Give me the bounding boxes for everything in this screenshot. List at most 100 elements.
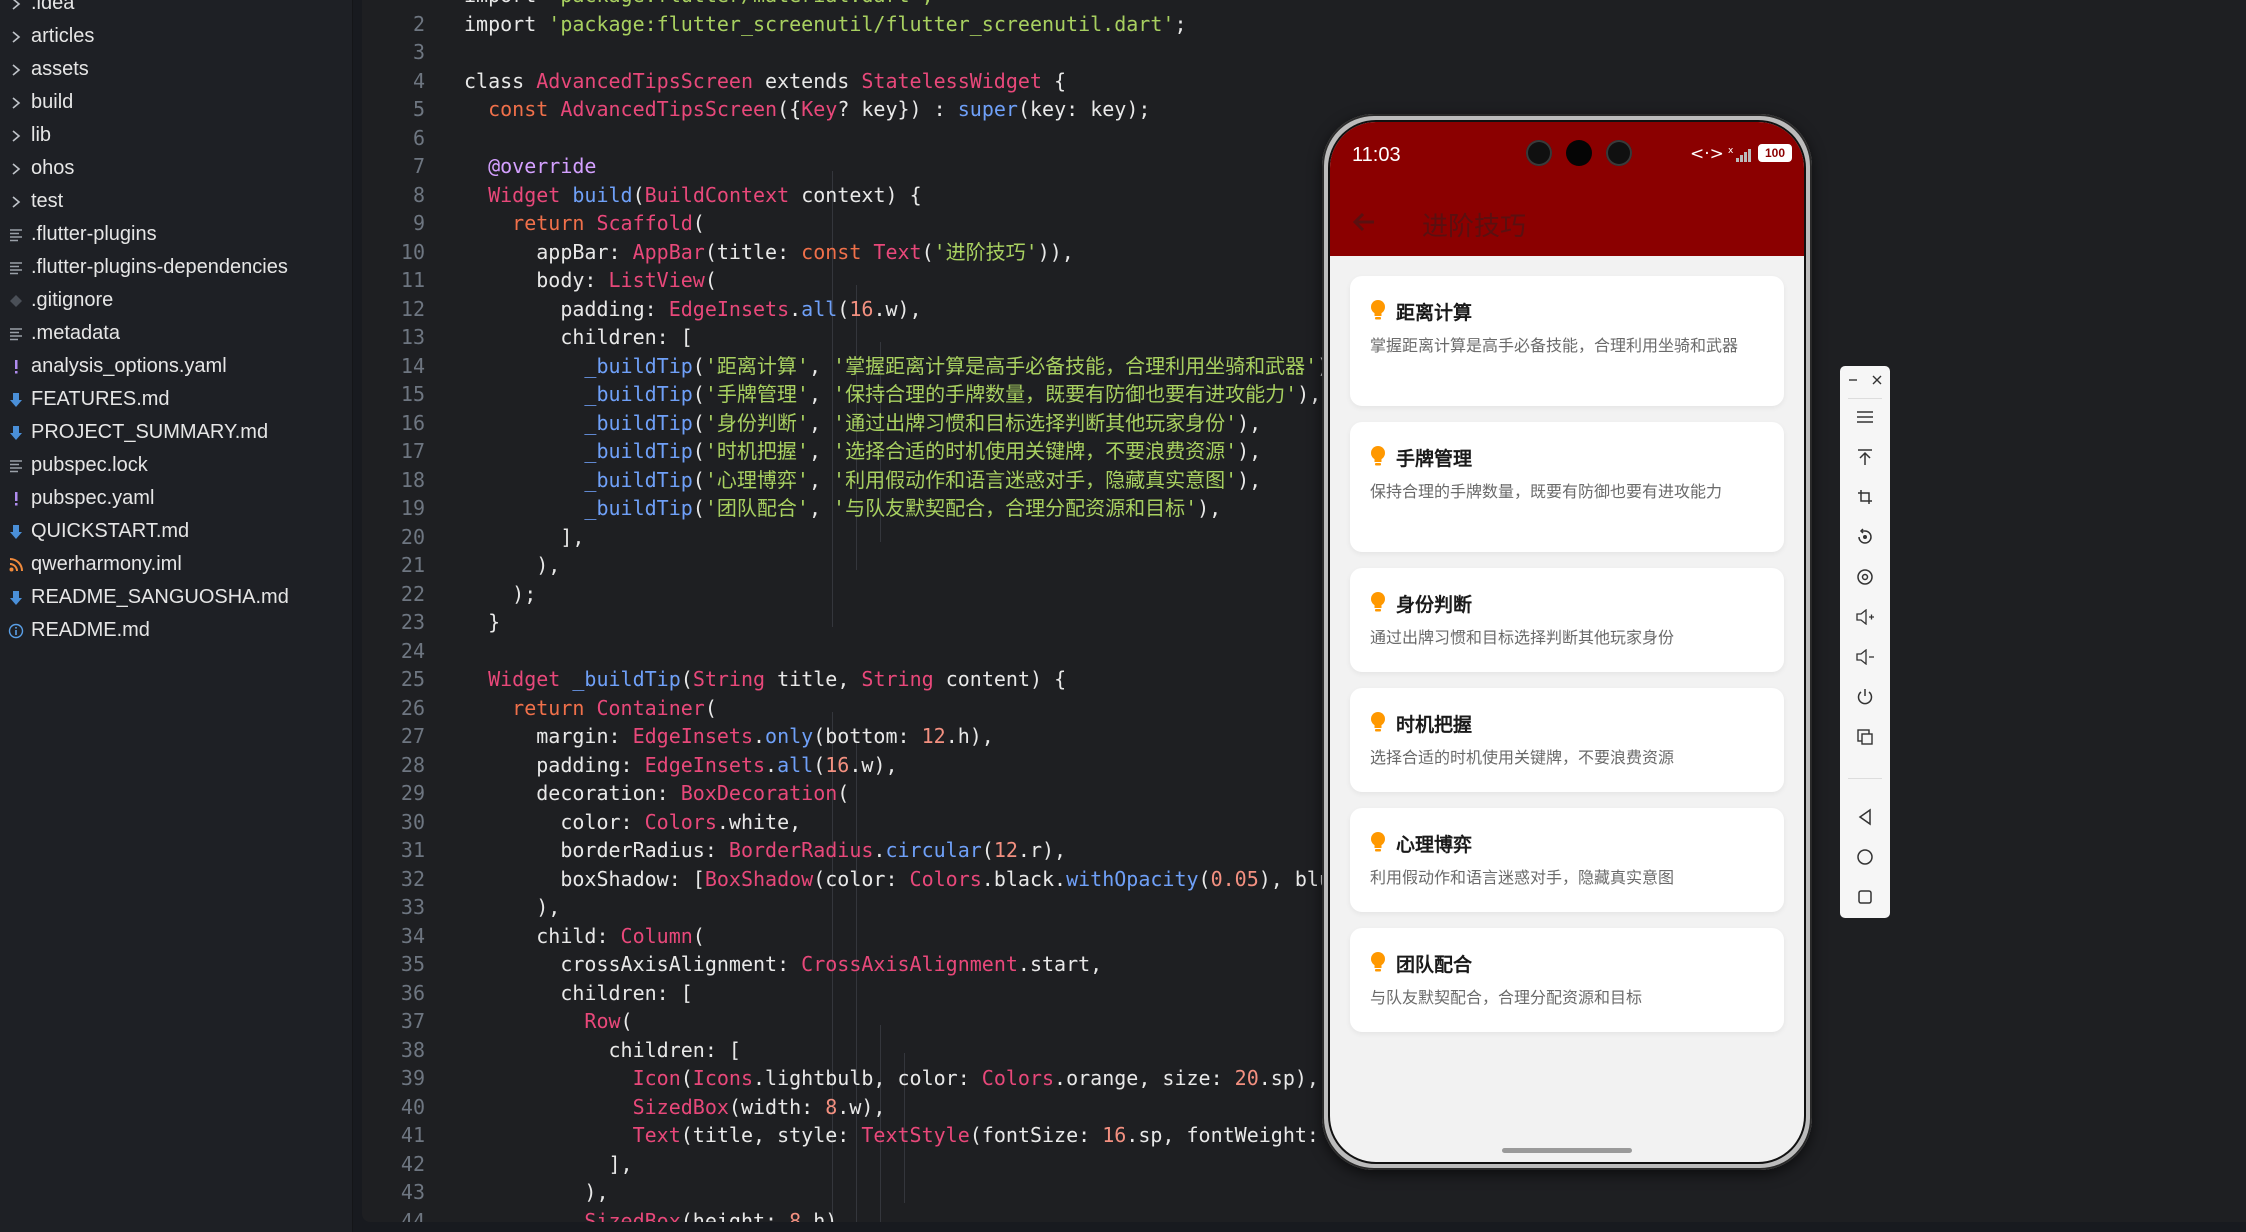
tree-item[interactable]: .gitignore	[0, 284, 352, 317]
code-token: .	[753, 724, 766, 748]
rss-file-icon	[5, 557, 27, 572]
tree-item[interactable]: analysis_options.yaml	[0, 350, 352, 383]
home-icon[interactable]	[1840, 837, 1890, 877]
code-text: ],	[464, 1150, 632, 1179]
code-line[interactable]: 19 _buildTip('团队配合', '与队友默契配合，合理分配资源和目标'…	[362, 494, 2246, 523]
code-editor[interactable]: import 'package:flutter/material.dart';2…	[362, 0, 2246, 1222]
code-line[interactable]: 26 return Container(	[362, 694, 2246, 723]
tree-item[interactable]: pubspec.yaml	[0, 482, 352, 515]
menu-icon[interactable]	[1840, 397, 1890, 437]
code-line[interactable]: 11 body: ListView(	[362, 266, 2246, 295]
tree-item[interactable]: lib	[0, 119, 352, 152]
tree-item[interactable]: PROJECT_SUMMARY.md	[0, 416, 352, 449]
code-line[interactable]: 14 _buildTip('距离计算', '掌握距离计算是高手必备技能，合理利用…	[362, 352, 2246, 381]
code-line[interactable]: 17 _buildTip('时机把握', '选择合适的时机使用关键牌，不要浪费资…	[362, 437, 2246, 466]
tree-item[interactable]: README.md	[0, 614, 352, 647]
tree-item[interactable]: pubspec.lock	[0, 449, 352, 482]
code-line[interactable]: 40 SizedBox(width: 8.w),	[362, 1093, 2246, 1122]
close-icon[interactable]	[1852, 360, 1902, 400]
code-line[interactable]: 29 decoration: BoxDecoration(	[362, 779, 2246, 808]
tree-item[interactable]: articles	[0, 20, 352, 53]
tree-item[interactable]: .idea	[0, 0, 352, 20]
code-line[interactable]: import 'package:flutter/material.dart';	[362, 0, 2246, 10]
code-line[interactable]: 4 class AdvancedTipsScreen extends Statel…	[362, 67, 2246, 96]
code-line[interactable]: 30 color: Colors.white,	[362, 808, 2246, 837]
back-icon[interactable]	[1840, 797, 1890, 837]
tip-card[interactable]: 手牌管理 保持合理的手牌数量，既要有防御也要有进攻能力	[1350, 422, 1784, 552]
code-line[interactable]: 32 boxShadow: [BoxShadow(color: Colors.b…	[362, 865, 2246, 894]
code-line[interactable]: 16 _buildTip('身份判断', '通过出牌习惯和目标选择判断其他玩家身…	[362, 409, 2246, 438]
recents-icon[interactable]	[1840, 877, 1890, 917]
code-line[interactable]: 44 SizedBox(height: 8.h),	[362, 1207, 2246, 1223]
location-icon[interactable]	[1840, 557, 1890, 597]
code-line[interactable]: 37 Row(	[362, 1007, 2246, 1036]
code-line[interactable]: 22 );	[362, 580, 2246, 609]
tip-card[interactable]: 心理博弈 利用假动作和语言迷惑对手，隐藏真实意图	[1350, 808, 1784, 912]
code-line[interactable]: 20 ],	[362, 523, 2246, 552]
code-line[interactable]: 9 return Scaffold(	[362, 209, 2246, 238]
tip-card[interactable]: 时机把握 选择合适的时机使用关键牌，不要浪费资源	[1350, 688, 1784, 792]
code-text: margin: EdgeInsets.only(bottom: 12.h),	[464, 722, 994, 751]
code-line[interactable]: 38 children: [	[362, 1036, 2246, 1065]
code-line[interactable]: 3	[362, 38, 2246, 67]
code-line[interactable]: 35 crossAxisAlignment: CrossAxisAlignmen…	[362, 950, 2246, 979]
tree-item[interactable]: README_SANGUOSHA.md	[0, 581, 352, 614]
code-token: '通过出牌习惯和目标选择判断其他玩家身份'	[833, 410, 1238, 435]
tip-card[interactable]: 距离计算 掌握距离计算是高手必备技能，合理利用坐骑和武器	[1350, 276, 1784, 406]
tree-item[interactable]: build	[0, 86, 352, 119]
phone-screen[interactable]: 11:03 <·> x 100 进阶技巧 距离计算 掌握距离计算是高手必备技能，…	[1330, 122, 1804, 1162]
tree-item[interactable]: test	[0, 185, 352, 218]
code-line[interactable]: 36 children: [	[362, 979, 2246, 1008]
code-line[interactable]: 2 import 'package:flutter_screenutil/flut…	[362, 10, 2246, 39]
code-line[interactable]: 8 Widget build(BuildContext context) {	[362, 181, 2246, 210]
code-line[interactable]: 28 padding: EdgeInsets.all(16.w),	[362, 751, 2246, 780]
power-icon[interactable]	[1840, 677, 1890, 717]
volume-up-icon[interactable]	[1840, 597, 1890, 637]
tree-item[interactable]: FEATURES.md	[0, 383, 352, 416]
back-arrow-icon[interactable]	[1350, 208, 1378, 236]
tip-title: 团队配合	[1396, 954, 1473, 976]
code-line[interactable]: 5 const AdvancedTipsScreen({Key? key}) :…	[362, 95, 2246, 124]
tip-card[interactable]: 身份判断 通过出牌习惯和目标选择判断其他玩家身份	[1350, 568, 1784, 672]
code-line[interactable]: 39 Icon(Icons.lightbulb, color: Colors.o…	[362, 1064, 2246, 1093]
code-line[interactable]: 24	[362, 637, 2246, 666]
code-line[interactable]: 42 ],	[362, 1150, 2246, 1179]
rotate-icon[interactable]	[1840, 517, 1890, 557]
tree-item[interactable]: .flutter-plugins	[0, 218, 352, 251]
crop-icon[interactable]	[1840, 477, 1890, 517]
tree-item[interactable]: assets	[0, 53, 352, 86]
chevron-right-icon	[5, 0, 27, 12]
tree-item[interactable]: QUICKSTART.md	[0, 515, 352, 548]
pin-top-icon[interactable]	[1840, 437, 1890, 477]
code-line[interactable]: 25 Widget _buildTip(String title, String…	[362, 665, 2246, 694]
code-token: (title, style:	[680, 1123, 862, 1147]
code-line[interactable]: 41 Text(title, style: TextStyle(fontSize…	[362, 1121, 2246, 1150]
tree-item-label: .metadata	[31, 322, 120, 344]
code-line[interactable]: 43 ),	[362, 1178, 2246, 1207]
screenshot-icon[interactable]	[1840, 717, 1890, 757]
code-token: ,	[808, 353, 834, 378]
tree-item[interactable]: .metadata	[0, 317, 352, 350]
volume-down-icon[interactable]	[1840, 637, 1890, 677]
tip-card[interactable]: 团队配合 与队友默契配合，合理分配资源和目标	[1350, 928, 1784, 1032]
tree-item[interactable]: ohos	[0, 152, 352, 185]
code-token: '利用假动作和语言迷惑对手，隐藏真实意图'	[833, 467, 1238, 492]
code-line[interactable]: 10 appBar: AppBar(title: const Text('进阶技…	[362, 238, 2246, 267]
tree-item[interactable]: qwerharmony.iml	[0, 548, 352, 581]
code-line[interactable]: 34 child: Column(	[362, 922, 2246, 951]
code-line[interactable]: 13 children: [	[362, 323, 2246, 352]
code-line[interactable]: 7 @override	[362, 152, 2246, 181]
tree-item[interactable]: .flutter-plugins-dependencies	[0, 251, 352, 284]
code-line[interactable]: 27 margin: EdgeInsets.only(bottom: 12.h)…	[362, 722, 2246, 751]
code-line[interactable]: 31 borderRadius: BorderRadius.circular(1…	[362, 836, 2246, 865]
code-line[interactable]: 23 }	[362, 608, 2246, 637]
code-line[interactable]: 12 padding: EdgeInsets.all(16.w),	[362, 295, 2246, 324]
code-line[interactable]: 6	[362, 124, 2246, 153]
home-indicator[interactable]	[1502, 1148, 1632, 1153]
code-line[interactable]: 15 _buildTip('手牌管理', '保持合理的手牌数量，既要有防御也要有…	[362, 380, 2246, 409]
code-line[interactable]: 33 ),	[362, 893, 2246, 922]
code-line[interactable]: 21 ),	[362, 551, 2246, 580]
code-line[interactable]: 18 _buildTip('心理博弈', '利用假动作和语言迷惑对手，隐藏真实意…	[362, 466, 2246, 495]
line-number: 5	[412, 97, 425, 121]
